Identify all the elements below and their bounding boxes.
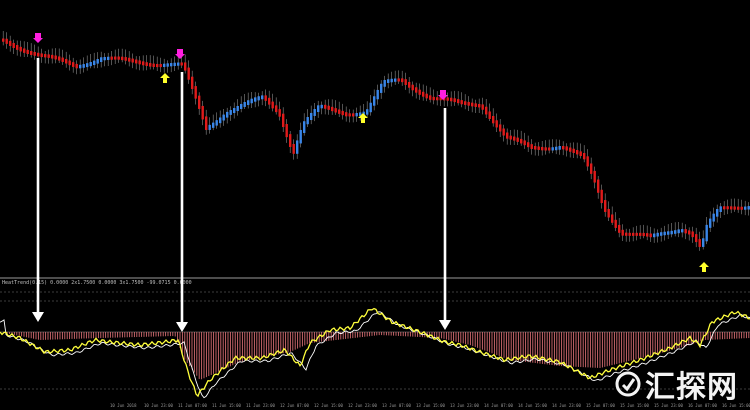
time-axis-label: 13 Jun 23:00: [450, 403, 479, 408]
time-axis-label: 14 Jun 15:00: [518, 403, 547, 408]
time-axis-label: 12 Jun 15:00: [314, 403, 343, 408]
watermark-logo-icon: [615, 371, 641, 397]
time-axis-label: 11 Jun 07:00: [178, 403, 207, 408]
time-axis-label: 12 Jun 07:00: [280, 403, 309, 408]
time-axis-label: 15 Jun 07:00: [586, 403, 615, 408]
time-axis-label: 11 Jun 23:00: [246, 403, 275, 408]
time-axis-label: 14 Jun 07:00: [484, 403, 513, 408]
time-axis-label: 13 Jun 15:00: [416, 403, 445, 408]
chart-window[interactable]: HeatTrend(0.15) 0.0000 2x1.7500 0.0000 3…: [0, 0, 750, 410]
time-axis-label: 10 Jun 23:00: [144, 403, 173, 408]
annotation-arrows: [32, 58, 451, 332]
watermark: 汇探网: [615, 362, 738, 406]
time-axis-label: 12 Jun 23:00: [348, 403, 377, 408]
time-axis-label: 10 Jun 2018: [110, 403, 137, 408]
time-axis-label: 14 Jun 23:00: [552, 403, 581, 408]
annotation-arrow: [176, 72, 188, 332]
time-axis-label: 13 Jun 07:00: [382, 403, 411, 408]
annotation-arrow: [439, 108, 451, 330]
watermark-text: 汇探网: [645, 370, 738, 405]
annotation-arrow: [32, 58, 44, 322]
time-axis-label: 11 Jun 15:00: [212, 403, 241, 408]
